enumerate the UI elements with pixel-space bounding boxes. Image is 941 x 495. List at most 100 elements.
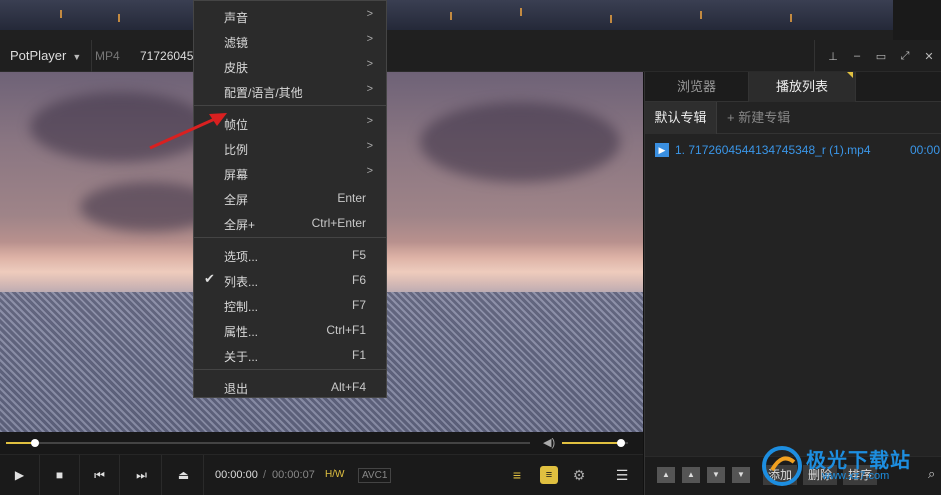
playlist-item-duration: 00:00:0 <box>910 143 941 157</box>
move-bottom-icon[interactable]: ▼ <box>732 467 750 483</box>
red-arrow-annotation <box>149 113 227 150</box>
menu-item-label: 滤镜 <box>224 36 249 50</box>
time-separator: / <box>263 469 267 481</box>
seek-bar[interactable] <box>6 442 530 444</box>
album-row: 默认专辑 + 新建专辑 <box>645 102 941 134</box>
context-menu: 声音 > 滤镜 > 皮肤 > 配置/语言/其他 > 帧位 > 比例 > 屏幕 > 全屏 Enter 全屏+ Ctr… <box>193 0 387 398</box>
playlist-item[interactable]: ▶ 1. 7172604544134745348_r (1).mp4 00:00… <box>653 142 941 160</box>
watermark-url: www.xz7.com <box>822 470 890 482</box>
menu-item-shortcut: F1 <box>351 348 366 362</box>
menu-item-shortcut: Ctrl+F1 <box>326 323 366 337</box>
submenu-arrow-icon: > <box>366 33 373 45</box>
menu-item[interactable]: 关于... F1 <box>194 342 386 367</box>
menu-item[interactable]: 屏幕 > <box>194 160 386 185</box>
hamburger-icon[interactable]: ☰ <box>613 466 631 484</box>
menu-item-shortcut: Alt+F4 <box>330 380 366 394</box>
desktop-background-strip <box>0 0 941 40</box>
menu-item-label: 声音 <box>224 11 249 25</box>
active-tab-marker <box>847 72 853 78</box>
next-icon: ⏭ <box>136 468 147 482</box>
menu-item-label: 配置/语言/其他 <box>224 86 303 100</box>
play-button[interactable]: ▶ <box>0 455 40 495</box>
menu-item-label: 属性... <box>224 325 259 339</box>
menu-item[interactable]: 属性... Ctrl+F1 <box>194 317 386 342</box>
menu-item[interactable]: 配置/语言/其他 > <box>194 78 386 103</box>
album-default-tab[interactable]: 默认专辑 <box>645 102 717 134</box>
tab-browser[interactable]: 浏览器 <box>645 72 749 102</box>
subtitle-icon[interactable]: ≡ <box>540 466 558 484</box>
gear-icon[interactable]: ⚙ <box>570 466 588 484</box>
fullscreen-button[interactable]: ⤢ <box>893 50 917 63</box>
submenu-arrow-icon: > <box>366 115 373 127</box>
menu-item[interactable]: 皮肤 > <box>194 53 386 78</box>
hw-decoder-badge[interactable]: H/W <box>323 468 346 481</box>
menu-item-label: 皮肤 <box>224 61 249 75</box>
tab-playlist[interactable]: 播放列表 <box>749 72 856 102</box>
tab-playlist-label: 播放列表 <box>775 79 828 94</box>
codec-badge[interactable]: AVC1 <box>358 468 392 483</box>
seek-handle[interactable] <box>30 439 39 447</box>
menu-item-label: 全屏+ <box>224 218 256 232</box>
menu-item[interactable]: 退出 Alt+F4 <box>194 374 386 399</box>
menu-item[interactable]: 全屏+ Ctrl+Enter <box>194 210 386 235</box>
menu-item-shortcut: Enter <box>337 191 366 205</box>
playlist-item-name: 1. 7172604544134745348_r (1).mp4 <box>675 143 871 157</box>
watermark-text: 极光下载站 <box>806 450 911 472</box>
menu-separator <box>194 369 386 370</box>
minimize-button[interactable]: – <box>845 50 869 62</box>
maximize-button[interactable]: ▭ <box>869 50 893 63</box>
time-current[interactable]: 00:00:00 <box>215 469 258 481</box>
menu-item-label: 控制... <box>224 300 259 314</box>
menu-item[interactable]: 声音 > <box>194 3 386 28</box>
submenu-arrow-icon: > <box>366 140 373 152</box>
menu-item[interactable]: 滤镜 > <box>194 28 386 53</box>
submenu-arrow-icon: > <box>366 58 373 70</box>
time-total[interactable]: 00:00:07 <box>272 469 315 481</box>
move-up-icon[interactable]: ▲ <box>682 467 700 483</box>
menu-item-shortcut: F7 <box>351 298 366 312</box>
window-controls: ⊥ – ▭ ⤢ ✕ <box>814 40 941 72</box>
next-button[interactable]: ⏭ <box>122 455 162 495</box>
menu-item[interactable]: 控制... F7 <box>194 292 386 317</box>
new-album-button[interactable]: + 新建专辑 <box>727 102 790 134</box>
menu-item-label: 屏幕 <box>224 168 249 182</box>
menu-item-label: 全屏 <box>224 193 249 207</box>
menu-item-label: 列表... <box>224 275 259 289</box>
eject-icon: ⏏ <box>177 468 190 482</box>
stop-button[interactable]: ■ <box>40 455 80 495</box>
play-icon: ▶ <box>14 468 25 482</box>
menu-item[interactable]: 全屏 Enter <box>194 185 386 210</box>
format-tag: MP4 <box>95 49 120 63</box>
submenu-arrow-icon: > <box>366 83 373 95</box>
menu-item-shortcut: F5 <box>351 248 366 262</box>
menu-item-label: 退出 <box>224 382 249 396</box>
move-top-icon[interactable]: ▲ <box>657 467 675 483</box>
menu-separator <box>194 105 386 106</box>
seek-area: ◀) <box>0 432 643 454</box>
now-playing-icon: ▶ <box>655 143 669 157</box>
menu-item-shortcut: F6 <box>351 273 366 287</box>
menu-separator <box>194 237 386 238</box>
submenu-arrow-icon: > <box>366 165 373 177</box>
title-bar: PotPlayer ▼ MP4 71726045 ⊥ – ▭ ⤢ ✕ <box>0 40 941 72</box>
menu-item-label: 选项... <box>224 250 259 264</box>
previous-button[interactable]: ⏮ <box>80 455 120 495</box>
volume-handle[interactable] <box>617 439 626 447</box>
playlist-search-icon[interactable]: ≡ <box>508 466 526 484</box>
control-bar: ▶ ■ ⏮ ⏭ ⏏ 00:00:00 / 00:00:07 H/W AVC1 ≡… <box>0 454 643 495</box>
eject-button[interactable]: ⏏ <box>164 455 204 495</box>
checkmark-icon: ✔ <box>204 271 215 286</box>
watermark: 极光下载站 www.xz7.com <box>760 440 941 492</box>
submenu-arrow-icon: > <box>366 8 373 20</box>
menu-item[interactable]: 选项... F5 <box>194 242 386 267</box>
move-down-icon[interactable]: ▼ <box>707 467 725 483</box>
playlist-panel: 浏览器 播放列表 默认专辑 + 新建专辑 ▶ 1. 71726045441347… <box>644 72 941 495</box>
app-name-label: PotPlayer <box>10 48 67 63</box>
close-button[interactable]: ✕ <box>917 50 941 63</box>
menu-item[interactable]: 列表... ✔ F6 <box>194 267 386 292</box>
panel-tabs: 浏览器 播放列表 <box>645 72 941 102</box>
watermark-logo <box>762 446 802 486</box>
app-menu-button[interactable]: PotPlayer ▼ <box>0 40 93 72</box>
volume-icon[interactable]: ◀) <box>543 436 555 449</box>
pin-icon[interactable]: ⊥ <box>821 50 845 63</box>
